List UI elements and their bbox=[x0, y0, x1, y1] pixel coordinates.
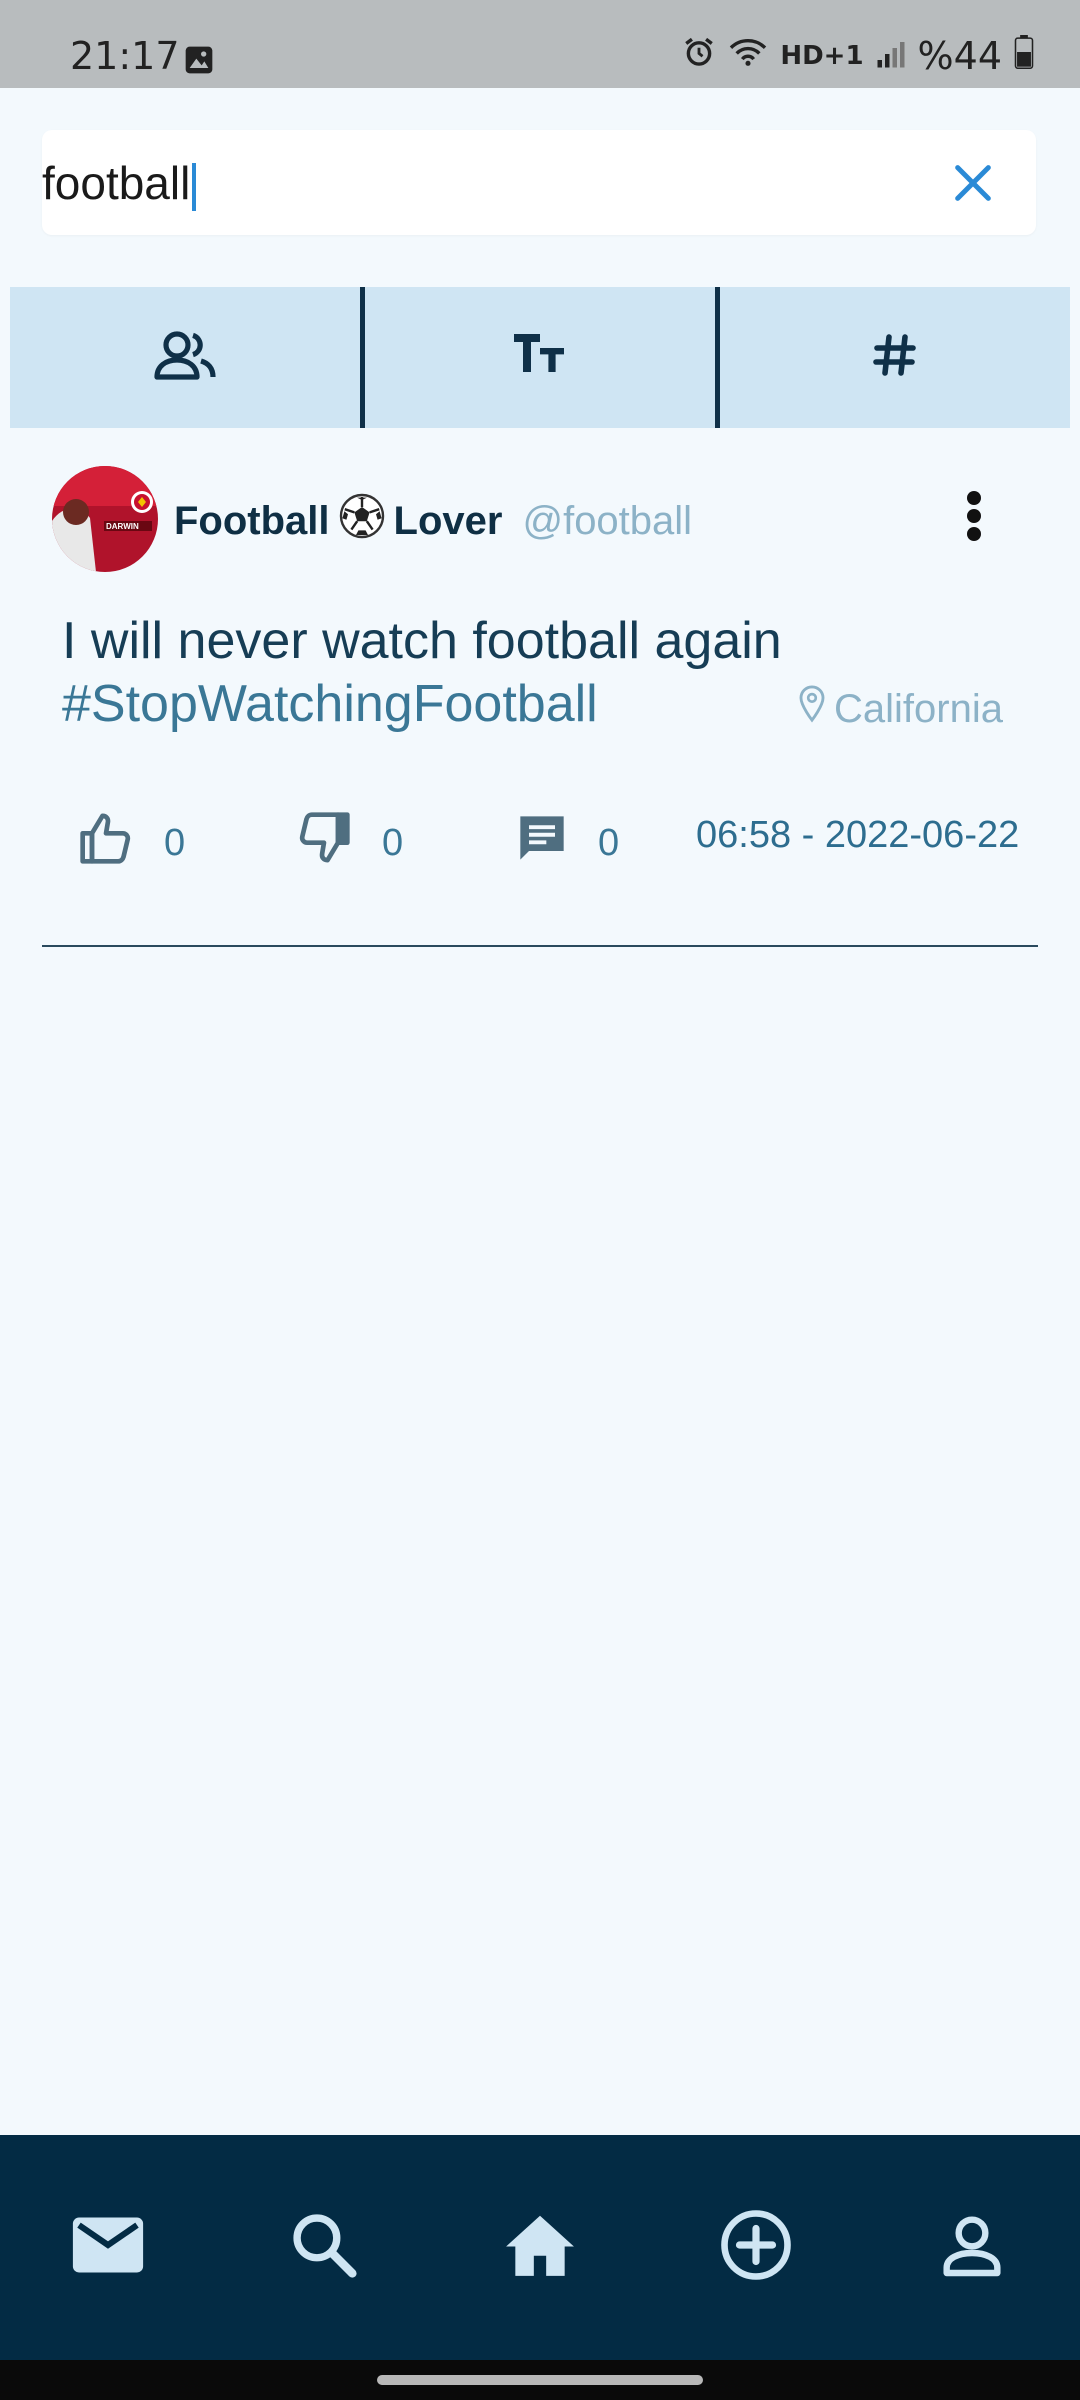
post-divider bbox=[42, 945, 1038, 947]
dislike-button[interactable]: 0 bbox=[296, 812, 403, 874]
gallery-icon bbox=[183, 44, 215, 81]
thumb-up-icon bbox=[78, 812, 134, 874]
comment-icon bbox=[516, 812, 568, 874]
text-size-icon bbox=[512, 330, 568, 386]
comment-button[interactable]: 0 bbox=[516, 812, 619, 874]
battery-percent: %44 bbox=[917, 34, 1002, 78]
tab-users[interactable] bbox=[10, 287, 360, 428]
search-category-tabs bbox=[10, 287, 1070, 428]
search-icon bbox=[290, 2211, 358, 2284]
mail-icon bbox=[71, 2216, 145, 2279]
status-icons: HD+1 %44 bbox=[682, 34, 1034, 78]
hash-icon bbox=[871, 330, 919, 385]
svg-text:DARWIN: DARWIN bbox=[106, 522, 139, 531]
tab-text[interactable] bbox=[360, 287, 715, 428]
user-handle[interactable]: @football bbox=[522, 499, 692, 544]
soccer-ball-icon bbox=[338, 492, 386, 550]
display-name-second: Lover bbox=[393, 498, 503, 543]
post-timestamp: 06:58 - 2022-06-22 bbox=[696, 814, 1020, 856]
status-time: 21:17 bbox=[70, 34, 180, 78]
add-circle-icon bbox=[720, 2209, 792, 2286]
gesture-bar bbox=[0, 2360, 1080, 2400]
people-icon bbox=[153, 328, 217, 387]
nav-search[interactable] bbox=[279, 2203, 369, 2293]
battery-icon bbox=[1014, 34, 1034, 78]
post-author[interactable]: Football Lover @football bbox=[174, 492, 692, 550]
post-text: I will never watch football again bbox=[62, 612, 782, 670]
avatar[interactable]: DARWIN bbox=[52, 466, 158, 572]
post-location: California bbox=[798, 685, 1003, 733]
like-count: 0 bbox=[164, 821, 186, 864]
search-input[interactable]: football bbox=[42, 156, 197, 211]
thumb-down-icon bbox=[296, 812, 352, 874]
post-actions: 0 0 0 06:58 - 2022-06-22 bbox=[0, 800, 1080, 880]
search-input-text[interactable]: football bbox=[42, 157, 190, 209]
text-caret bbox=[192, 162, 197, 211]
nav-messages[interactable] bbox=[63, 2203, 153, 2293]
bottom-nav bbox=[0, 2135, 1080, 2360]
close-icon[interactable] bbox=[950, 160, 996, 206]
hd-plus-icon: HD+1 bbox=[780, 41, 864, 71]
alarm-icon bbox=[682, 34, 716, 78]
home-indicator[interactable] bbox=[377, 2375, 703, 2385]
comment-count: 0 bbox=[598, 821, 620, 864]
location-label: California bbox=[834, 686, 1003, 731]
search-bar[interactable]: football bbox=[42, 130, 1036, 235]
dislike-count: 0 bbox=[382, 821, 404, 864]
wifi-icon bbox=[728, 34, 768, 78]
signal-icon bbox=[876, 34, 906, 78]
status-bar: 21:17 HD+1 %44 bbox=[0, 0, 1080, 88]
display-name-first: Football bbox=[174, 498, 330, 543]
location-pin-icon bbox=[798, 685, 826, 733]
nav-add[interactable] bbox=[711, 2203, 801, 2293]
like-button[interactable]: 0 bbox=[78, 812, 185, 874]
tab-hashtags[interactable] bbox=[715, 287, 1070, 428]
person-icon bbox=[940, 2213, 1004, 2282]
nav-home[interactable] bbox=[495, 2203, 585, 2293]
nav-profile[interactable] bbox=[927, 2203, 1017, 2293]
home-icon bbox=[503, 2212, 577, 2283]
more-vert-icon[interactable] bbox=[964, 486, 984, 546]
